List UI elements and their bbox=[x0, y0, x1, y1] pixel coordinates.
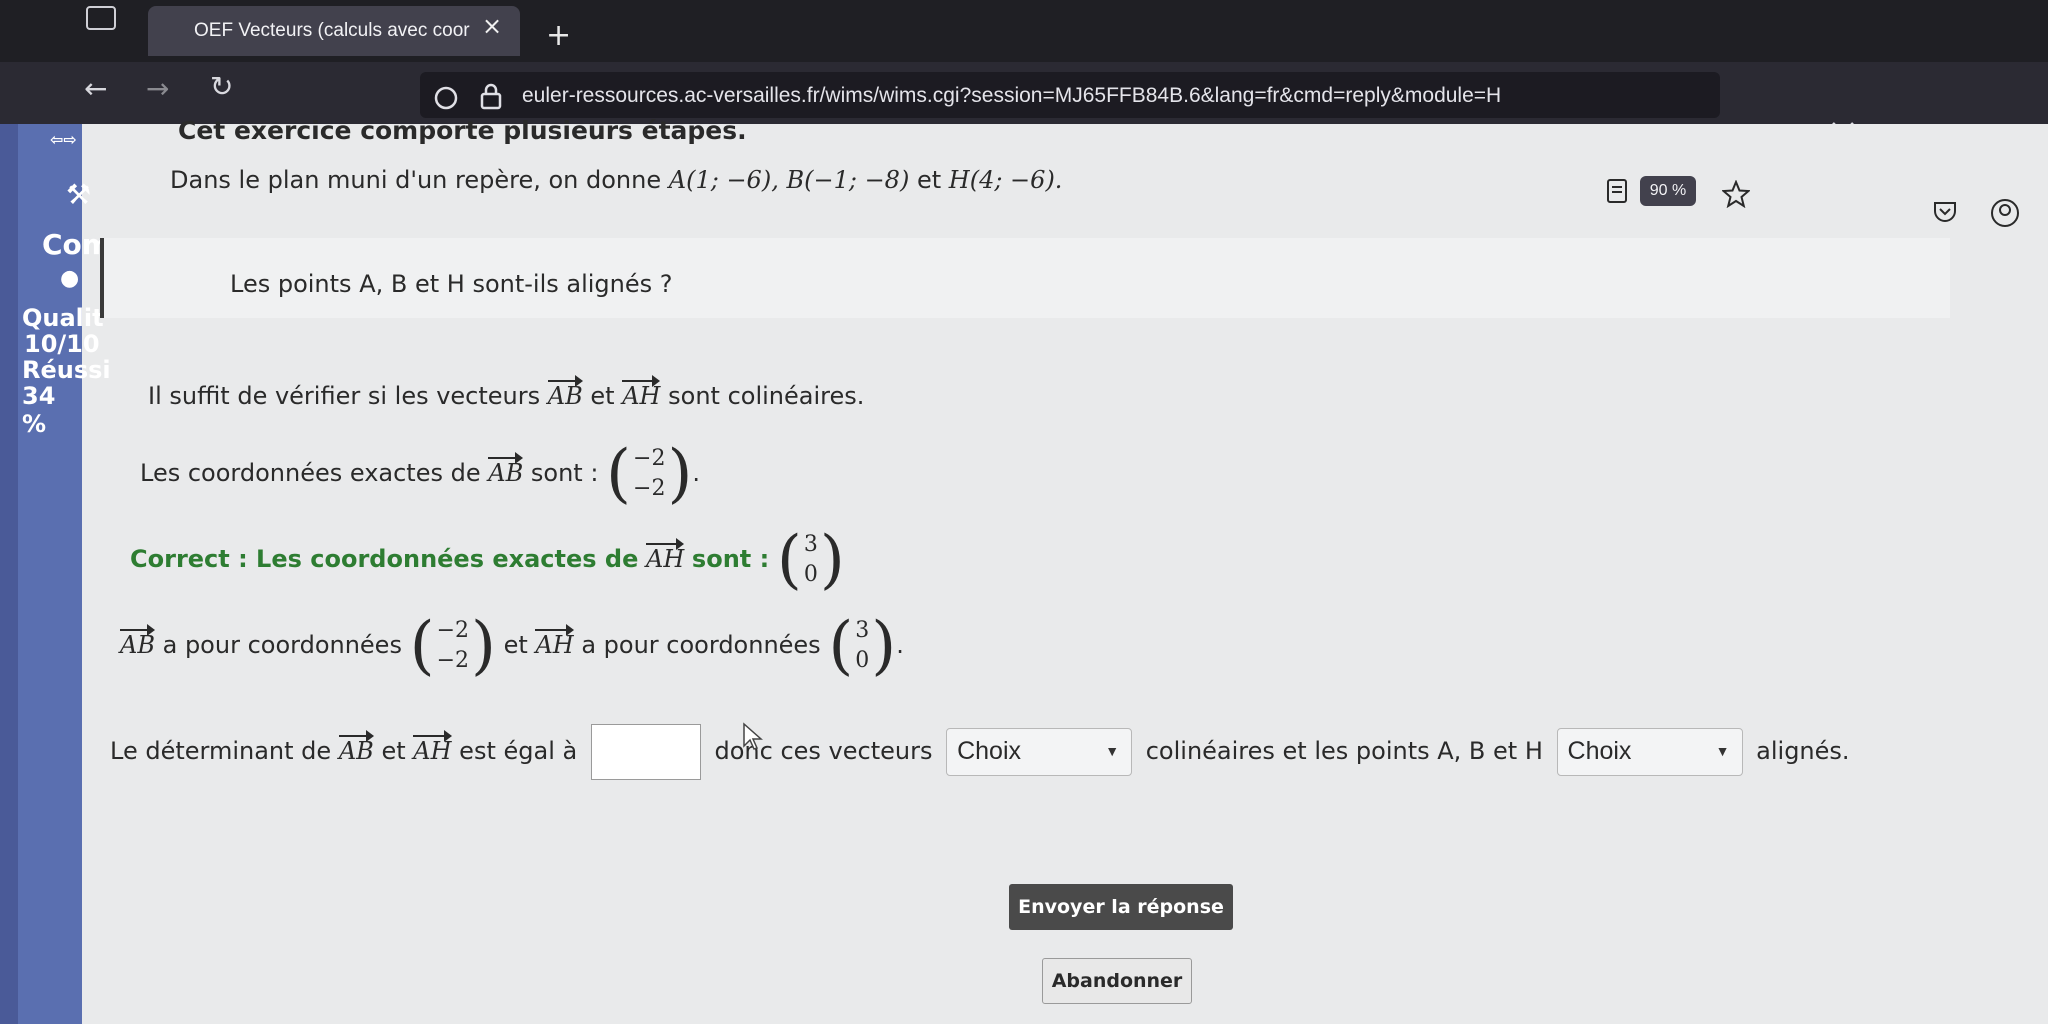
star-icon[interactable] bbox=[1722, 180, 1750, 208]
summary-line: AB a pour coordonnées ( −2 −2 ) et AH a p… bbox=[120, 614, 904, 678]
summary-period: . bbox=[896, 631, 904, 659]
ab-column-vector: ( −2 −2 ) bbox=[606, 437, 693, 511]
tab-list-icon[interactable] bbox=[86, 6, 116, 30]
ab-x: −2 bbox=[633, 446, 666, 471]
ab-coordinates-line: Les coordonnées exactes de AB sont : ( −… bbox=[140, 442, 700, 506]
intro-and: et bbox=[916, 166, 942, 194]
ah-x: 3 bbox=[803, 532, 818, 557]
aligned-select[interactable]: Choix ▼ bbox=[1556, 728, 1743, 776]
determinant-input[interactable] bbox=[590, 724, 701, 780]
wrench-icon[interactable]: ⚒ bbox=[66, 178, 91, 211]
tab-active[interactable]: OEF Vecteurs (calculs avec coor bbox=[148, 6, 520, 56]
vector-ab: AB bbox=[120, 624, 155, 659]
vector-ah: AH bbox=[535, 624, 574, 659]
question-text: Les points A, B et H sont-ils alignés ? bbox=[230, 270, 673, 298]
page-viewport: ⇦⇨ ⚒ Com ● Qualit 10/10 Réussi 34 % Cet … bbox=[0, 116, 2048, 1024]
pocket-icon[interactable] bbox=[1932, 200, 1958, 224]
submit-answer-button[interactable]: Envoyer la réponse bbox=[1009, 884, 1233, 930]
ah-y: 0 bbox=[803, 562, 818, 587]
back-icon[interactable]: ← bbox=[84, 72, 107, 105]
tab-title: OEF Vecteurs (calculs avec coor bbox=[194, 20, 470, 41]
determinant-line: Le déterminant de AB et AH est égal à do… bbox=[110, 724, 1850, 780]
intro-statement: Dans le plan muni d'un repère, on donne … bbox=[170, 166, 1062, 194]
summary-mid2: a pour coordonnées bbox=[581, 631, 821, 659]
abandon-button[interactable]: Abandonner bbox=[1042, 958, 1192, 1004]
correct-mid: sont : bbox=[691, 545, 770, 573]
vector-ab: AB bbox=[547, 375, 583, 410]
colinear-select[interactable]: Choix ▼ bbox=[946, 728, 1133, 776]
vector-ab: AB bbox=[488, 452, 524, 487]
success-score: 34 % bbox=[22, 382, 56, 438]
det-mid: est égal à bbox=[459, 737, 578, 765]
sidebar-item-reussi: Réussi bbox=[22, 356, 111, 384]
vector-ab: AB bbox=[338, 730, 374, 765]
new-tab-button[interactable]: + bbox=[546, 18, 571, 53]
ah-x: 3 bbox=[855, 618, 870, 643]
ab-x: −2 bbox=[436, 618, 469, 643]
ah-column-vector: ( 30 ) bbox=[828, 609, 897, 683]
correct-prefix: Correct : Les coordonnées exactes de bbox=[130, 545, 639, 573]
ab-period: . bbox=[692, 459, 701, 487]
ah-column-vector: ( 30 ) bbox=[776, 523, 845, 597]
point-h: H(4; −6). bbox=[948, 166, 1063, 194]
det-et: et bbox=[381, 737, 406, 765]
quality-score: 10/10 bbox=[24, 330, 100, 358]
ah-y: 0 bbox=[855, 648, 870, 673]
url-text[interactable]: euler-ressources.ac-versailles.fr/wims/w… bbox=[522, 84, 1522, 108]
dropdown-arrow-icon: ▼ bbox=[1105, 743, 1120, 759]
arrows-icon[interactable]: ⇦⇨ bbox=[50, 130, 77, 149]
hint-suffix: sont colinéaires. bbox=[668, 382, 865, 410]
summary-mid1: a pour coordonnées bbox=[162, 631, 402, 659]
vector-ah: AH bbox=[646, 538, 685, 573]
zoom-level[interactable]: 90 % bbox=[1640, 176, 1696, 206]
vector-ah: AH bbox=[413, 730, 452, 765]
ab-coords-mid: sont : bbox=[530, 459, 599, 487]
aligned-select-value: Choix bbox=[1567, 737, 1632, 765]
left-sidebar: ⇦⇨ ⚒ Com ● Qualit 10/10 Réussi 34 % bbox=[0, 124, 111, 1024]
comment-icon[interactable]: ● bbox=[60, 266, 79, 291]
ab-column-vector: ( −2 −2 ) bbox=[409, 609, 496, 683]
ab-coords-prefix: Les coordonnées exactes de bbox=[140, 459, 481, 487]
lock-icon[interactable] bbox=[480, 82, 502, 110]
aligned-text: alignés. bbox=[1756, 737, 1850, 765]
reload-icon[interactable]: ↻ bbox=[210, 70, 233, 103]
shield-icon[interactable] bbox=[434, 86, 458, 110]
ab-y: −2 bbox=[436, 648, 469, 673]
mouse-cursor-icon bbox=[743, 722, 763, 750]
colinear-text: colinéaires et les points A, B et H bbox=[1145, 737, 1543, 765]
account-icon[interactable] bbox=[1990, 198, 2020, 228]
reader-mode-icon[interactable] bbox=[1606, 178, 1628, 204]
det-prefix: Le déterminant de bbox=[110, 737, 332, 765]
intro-prefix: Dans le plan muni d'un repère, on donne bbox=[170, 166, 662, 194]
tab-bar: OEF Vecteurs (calculs avec coor × + bbox=[0, 0, 2048, 62]
hint-et: et bbox=[590, 382, 615, 410]
sidebar-item-qualite: Qualit bbox=[22, 304, 104, 332]
correct-feedback: Correct : Les coordonnées exactes de AH … bbox=[130, 528, 845, 592]
summary-et: et bbox=[503, 631, 528, 659]
sidebar-strip bbox=[0, 124, 18, 1024]
hint-line: Il suffit de vérifier si les vecteurs AB… bbox=[148, 375, 865, 410]
close-tab-icon[interactable]: × bbox=[482, 12, 502, 40]
point-b: B(−1; −8) bbox=[786, 166, 910, 194]
dropdown-arrow-icon: ▼ bbox=[1715, 743, 1730, 759]
vector-ah: AH bbox=[622, 375, 661, 410]
ab-y: −2 bbox=[633, 476, 666, 501]
point-a: A(1; −6), bbox=[668, 166, 779, 194]
forward-icon[interactable]: → bbox=[146, 72, 169, 105]
hint-prefix: Il suffit de vérifier si les vecteurs bbox=[148, 382, 541, 410]
steps-title: Cet exercice comporte plusieurs étapes. bbox=[178, 116, 747, 145]
colinear-select-value: Choix bbox=[957, 737, 1022, 765]
